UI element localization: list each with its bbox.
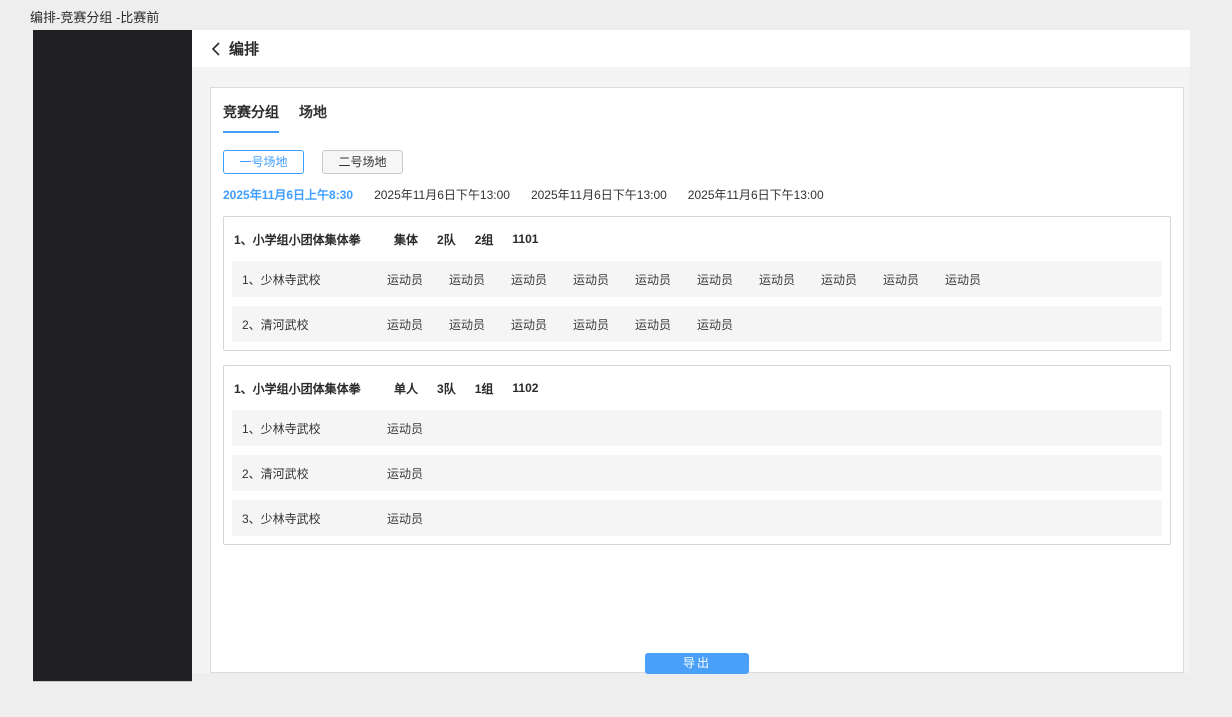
team-row: 1、少林寺武校 运动员 运动员 运动员 运动员 运动员 运动员 运动员 运动员 … [232, 261, 1162, 297]
team-name: 1、少林寺武校 [242, 271, 387, 288]
main-window: 编排 竞赛分组 场地 一号场地 二号场地 2025年11月6日上午8:30 20… [192, 30, 1190, 673]
athlete-label: 运动员 [511, 316, 573, 333]
group-code: 1102 [512, 381, 538, 395]
athlete-label: 运动员 [697, 271, 759, 288]
athlete-label: 运动员 [511, 271, 573, 288]
group-card-2: 1、小学组小团体集体拳 单人 3队 1组 1102 1、少林寺武校 运动员 2、… [223, 365, 1171, 545]
athlete-label: 运动员 [821, 271, 883, 288]
athlete-label: 运动员 [387, 271, 449, 288]
athlete-label: 运动员 [945, 271, 1007, 288]
athlete-label: 运动员 [635, 271, 697, 288]
group-team-count: 3队 [437, 380, 456, 397]
athlete-label: 运动员 [759, 271, 821, 288]
sidebar [33, 30, 192, 682]
venue-button-1[interactable]: 一号场地 [223, 150, 304, 174]
team-name: 3、少林寺武校 [242, 510, 387, 527]
tab-competition-grouping[interactable]: 竞赛分组 [223, 102, 279, 133]
group-type: 单人 [394, 380, 418, 397]
athlete-label: 运动员 [635, 316, 697, 333]
athlete-label: 运动员 [697, 316, 759, 333]
breadcrumb: 编排-竞赛分组 -比赛前 [30, 7, 159, 26]
session-time-4[interactable]: 2025年11月6日下午13:00 [688, 186, 824, 203]
export-row: 导出 [223, 653, 1171, 674]
team-name: 2、清河武校 [242, 465, 387, 482]
session-time-1[interactable]: 2025年11月6日上午8:30 [223, 186, 353, 203]
page-title: 编排 [229, 38, 259, 59]
group-title: 1、小学组小团体集体拳 [234, 380, 394, 397]
page-header: 编排 [192, 30, 1190, 67]
athlete-label: 运动员 [573, 316, 635, 333]
team-name: 1、少林寺武校 [242, 420, 387, 437]
athlete-label: 运动员 [449, 316, 511, 333]
athlete-label: 运动员 [387, 465, 449, 482]
chevron-left-icon [210, 42, 222, 56]
group-title: 1、小学组小团体集体拳 [234, 231, 394, 248]
venue-button-2[interactable]: 二号场地 [322, 150, 403, 174]
group-header: 1、小学组小团体集体拳 单人 3队 1组 1102 [232, 366, 1162, 410]
session-time-3[interactable]: 2025年11月6日下午13:00 [531, 186, 667, 203]
group-type: 集体 [394, 231, 418, 248]
session-selector: 2025年11月6日上午8:30 2025年11月6日下午13:00 2025年… [223, 186, 1171, 203]
content-panel: 竞赛分组 场地 一号场地 二号场地 2025年11月6日上午8:30 2025年… [210, 87, 1184, 673]
group-header: 1、小学组小团体集体拳 集体 2队 2组 1101 [232, 217, 1162, 261]
athlete-label: 运动员 [387, 420, 449, 437]
back-button[interactable] [207, 40, 225, 58]
group-group-count: 2组 [475, 231, 494, 248]
team-row: 3、少林寺武校 运动员 [232, 500, 1162, 536]
athlete-label: 运动员 [387, 510, 449, 527]
athlete-label: 运动员 [387, 316, 449, 333]
group-code: 1101 [512, 232, 538, 246]
group-card-1: 1、小学组小团体集体拳 集体 2队 2组 1101 1、少林寺武校 运动员 运动… [223, 216, 1171, 351]
export-button[interactable]: 导出 [645, 653, 749, 674]
team-name: 2、清河武校 [242, 316, 387, 333]
athlete-label: 运动员 [573, 271, 635, 288]
team-row: 1、少林寺武校 运动员 [232, 410, 1162, 446]
team-row: 2、清河武校 运动员 运动员 运动员 运动员 运动员 运动员 [232, 306, 1162, 342]
venue-selector: 一号场地 二号场地 [223, 150, 1171, 174]
group-group-count: 1组 [475, 380, 494, 397]
tab-bar: 竞赛分组 场地 [223, 102, 1171, 133]
session-time-2[interactable]: 2025年11月6日下午13:00 [374, 186, 510, 203]
tab-venue[interactable]: 场地 [299, 102, 327, 133]
team-row: 2、清河武校 运动员 [232, 455, 1162, 491]
group-team-count: 2队 [437, 231, 456, 248]
athlete-label: 运动员 [883, 271, 945, 288]
athlete-label: 运动员 [449, 271, 511, 288]
